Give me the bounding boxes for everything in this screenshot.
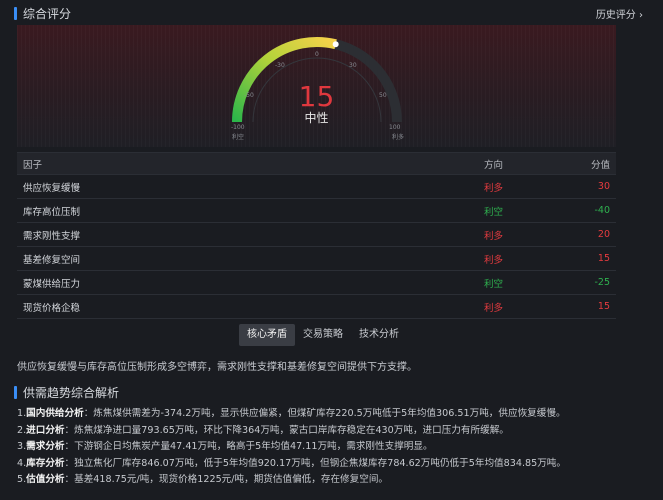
factor-direction: 利多 xyxy=(483,302,503,314)
score-section-title: 综合评分 xyxy=(14,5,71,22)
history-score-link[interactable]: 历史评分 › xyxy=(596,6,643,21)
table-row[interactable]: 现货价格企稳 利多 15 xyxy=(17,295,616,319)
factor-score: 20 xyxy=(597,229,610,240)
item-index: 2. xyxy=(17,424,27,436)
gauge-right-caption: 利多 xyxy=(392,134,405,141)
table-row[interactable]: 需求刚性支撑 利多 20 xyxy=(17,223,616,247)
table-row[interactable]: 基差修复空间 利多 15 xyxy=(17,247,616,271)
list-item: 5.估值分析：基差418.75元/吨，现货价格1225元/吨，期货估值偏低，存在… xyxy=(17,471,657,488)
analysis-tabs: 核心矛盾 交易策略 技术分析 xyxy=(239,324,407,346)
item-body: ：基差418.75元/吨，现货价格1225元/吨，期货估值偏低，存在修复空间。 xyxy=(64,474,389,485)
table-header: 因子 方向 分值 xyxy=(17,153,616,175)
item-heading: 需求分析 xyxy=(26,441,65,452)
factor-score: 30 xyxy=(597,181,610,192)
gauge-indicator xyxy=(332,41,339,48)
item-heading: 库存分析 xyxy=(26,457,65,469)
list-item: 4.库存分析：独立焦化厂库存846.07万吨，低于5年均值920.17万吨，但钢… xyxy=(17,455,657,472)
factor-direction: 利空 xyxy=(483,206,503,218)
factor-score: 15 xyxy=(597,253,610,264)
chevron-right-icon: › xyxy=(639,10,643,21)
factor-direction: 利多 xyxy=(483,254,503,266)
factor-direction: 利多 xyxy=(483,230,503,242)
gauge-tick-label: -30 xyxy=(275,62,285,69)
item-body: ：炼焦煤净进口量793.65万吨，环比下降364万吨，蒙古口岸库存稳定在430万… xyxy=(64,424,509,436)
factor-name: 库存高位压制 xyxy=(23,206,81,218)
factor-score: 15 xyxy=(597,301,610,312)
analysis-title: 供需趋势综合解析 xyxy=(23,386,120,400)
item-index: 1. xyxy=(17,408,27,419)
gauge-left-caption: 利空 xyxy=(232,134,245,141)
factor-name: 基差修复空间 xyxy=(23,254,81,266)
analysis-list: 1.国内供给分析：炼焦煤供需差为-374.2万吨，显示供应偏紧，但煤矿库存220… xyxy=(17,405,657,488)
item-index: 4. xyxy=(17,457,27,469)
item-body: ：炼焦煤供需差为-374.2万吨，显示供应偏紧，但煤矿库存220.5万吨低于5年… xyxy=(83,408,566,419)
item-body: ：下游钢企日均焦炭产量47.41万吨，略高于5年均值47.11万吨，需求刚性支撑… xyxy=(64,441,433,452)
analysis-section-title: 供需趋势综合解析 xyxy=(14,384,119,401)
list-item: 1.国内供给分析：炼焦煤供需差为-374.2万吨，显示供应偏紧，但煤矿库存220… xyxy=(17,405,657,422)
gauge-tick-label: 30 xyxy=(349,62,357,69)
factor-direction: 利空 xyxy=(483,278,503,290)
factor-name: 蒙煤供给压力 xyxy=(23,278,81,290)
column-header-factor: 因子 xyxy=(23,159,43,171)
gauge-tick-label: 0 xyxy=(315,51,319,58)
factor-score: -40 xyxy=(594,205,610,216)
item-index: 3. xyxy=(17,441,27,452)
factor-score: -25 xyxy=(594,277,610,288)
tab-core-conflict[interactable]: 核心矛盾 xyxy=(239,324,295,346)
item-heading: 国内供给分析 xyxy=(26,408,84,419)
factor-name: 供应恢复缓慢 xyxy=(23,182,81,194)
column-header-score: 分值 xyxy=(590,159,610,171)
factor-name: 需求刚性支撑 xyxy=(23,230,81,242)
factor-direction: 利多 xyxy=(483,182,503,194)
item-body: ：独立焦化厂库存846.07万吨，低于5年均值920.17万吨，但钢企焦煤库存7… xyxy=(64,457,566,469)
tab-technical-analysis[interactable]: 技术分析 xyxy=(351,324,407,346)
page-title: 综合评分 xyxy=(23,7,72,21)
factor-name: 现货价格企稳 xyxy=(23,302,81,314)
section-marker xyxy=(14,386,17,399)
item-heading: 估值分析 xyxy=(26,474,65,485)
item-index: 5. xyxy=(17,474,27,485)
score-gauge: -100 -50 -30 0 30 50 100 利空 利多 15 中性 xyxy=(17,25,616,147)
list-item: 2.进口分析：炼焦煤净进口量793.65万吨，环比下降364万吨，蒙古口岸库存稳… xyxy=(17,422,657,439)
list-item: 3.需求分析：下游钢企日均焦炭产量47.41万吨，略高于5年均值47.11万吨，… xyxy=(17,438,657,455)
gauge-score-label: 中性 xyxy=(304,111,329,125)
tab-trading-strategy[interactable]: 交易策略 xyxy=(295,324,351,346)
table-row[interactable]: 库存高位压制 利空 -40 xyxy=(17,199,616,223)
summary-text: 供应恢复缓慢与库存高位压制形成多空博弈，需求刚性支撑和基差修复空间提供下方支撑。 xyxy=(17,362,417,373)
table-row[interactable]: 供应恢复缓慢 利多 30 xyxy=(17,175,616,199)
factor-table: 因子 方向 分值 供应恢复缓慢 利多 30 库存高位压制 利空 -40 需求刚性… xyxy=(17,152,616,319)
table-row[interactable]: 蒙煤供给压力 利空 -25 xyxy=(17,271,616,295)
item-heading: 进口分析 xyxy=(26,424,65,436)
column-header-direction: 方向 xyxy=(483,159,503,171)
section-marker xyxy=(14,7,17,20)
history-link-label: 历史评分 xyxy=(595,10,636,21)
